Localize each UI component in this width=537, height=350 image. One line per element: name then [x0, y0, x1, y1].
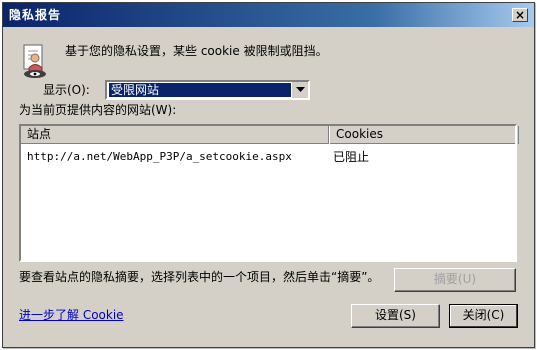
list-header: 站点 Cookies	[21, 126, 519, 144]
site-column-header[interactable]: 站点	[21, 126, 329, 144]
display-filter-select[interactable]: 受限网站	[105, 80, 310, 100]
selected-filter: 受限网站	[109, 83, 291, 97]
close-button[interactable]: 关闭(C)	[449, 304, 518, 328]
window-title: 隐私报告	[9, 8, 62, 22]
sites-listview[interactable]: 站点 Cookies http://a.net/WebApp_P3P/a_set…	[19, 124, 519, 262]
screenshot-canvas: 隐私报告 × 基于您的隐私设置，某些 cookie 被限制或阻挡。 显示(O):…	[0, 0, 537, 350]
site-url-cell: http://a.net/WebApp_P3P/a_setcookie.aspx	[27, 150, 292, 163]
learn-more-link[interactable]: 进一步了解 Cookie	[19, 308, 124, 322]
cookie-status-cell: 已阻止	[333, 150, 370, 164]
summary-hint: 要查看站点的隐私摘要，选择列表中的一个项目，然后单击“摘要”。	[19, 270, 380, 284]
privacy-message: 基于您的隐私设置，某些 cookie 被限制或阻挡。	[65, 44, 328, 58]
summary-button[interactable]: 摘要(U)	[394, 268, 516, 292]
privacy-report-icon	[21, 43, 51, 81]
chevron-down-icon[interactable]	[292, 82, 308, 98]
display-label: 显示(O):	[43, 83, 90, 97]
sites-label: 为当前页提供内容的网站(W):	[19, 103, 177, 117]
close-icon[interactable]: ×	[512, 8, 528, 22]
settings-button[interactable]: 设置(S)	[351, 304, 440, 328]
privacy-report-dialog: 隐私报告 × 基于您的隐私设置，某些 cookie 被限制或阻挡。 显示(O):…	[2, 2, 535, 348]
table-row[interactable]: http://a.net/WebApp_P3P/a_setcookie.aspx…	[21, 149, 515, 165]
title-bar[interactable]: 隐私报告 ×	[3, 3, 534, 27]
cookies-column-header[interactable]: Cookies	[329, 126, 519, 144]
